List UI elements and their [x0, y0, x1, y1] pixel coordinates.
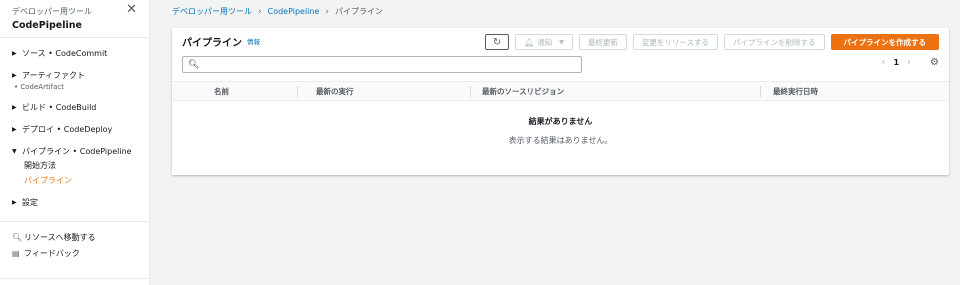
caret-down-icon: ▼ [12, 148, 17, 155]
breadcrumb-item-codepipeline[interactable]: CodePipeline [268, 7, 320, 16]
sidebar-group-label: ソース • CodeCommit [22, 49, 108, 58]
empty-state-message: 表示する結果はありません。 [508, 136, 613, 145]
table-header: 名前 最新の実行 最新のソースリビジョン 最終実行日時 [172, 81, 949, 101]
gear-icon[interactable]: ⚙ [930, 57, 939, 68]
caret-right-icon: ▶ [12, 104, 17, 111]
column-header-latest-execution[interactable]: 最新の実行 [316, 82, 354, 101]
sidebar-group-artifacts[interactable]: ▶ アーティファクト • CodeArtifact [0, 70, 149, 92]
column-divider [760, 86, 761, 97]
sidebar-group-label: ビルド • CodeBuild [22, 103, 97, 112]
info-link[interactable]: 情報 [247, 36, 260, 46]
search-input[interactable] [203, 60, 581, 69]
sidebar-title[interactable]: CodePipeline [12, 20, 137, 31]
breadcrumb-item-developer-tools[interactable]: デベロッパー用ツール [172, 6, 252, 17]
sidebar-group-label: 設定 [22, 198, 38, 207]
empty-state: 結果がありません 表示する結果はありません。 [172, 101, 949, 146]
search-icon: 🔍︎ [188, 59, 200, 70]
sidebar-group-source[interactable]: ▶ ソース • CodeCommit [0, 48, 149, 60]
chevron-right-icon: › [258, 6, 262, 17]
panel-header: パイプライン 情報 ↻ 🔔︎ 通知 ▼ 最終更新 変更をリリースする パイプライ… [172, 28, 949, 54]
column-header-source-revision[interactable]: 最新のソースリビジョン [482, 82, 564, 101]
breadcrumb: デベロッパー用ツール › CodePipeline › パイプライン [172, 6, 383, 17]
pipelines-table: 名前 最新の実行 最新のソースリビジョン 最終実行日時 結果がありません 表示す… [172, 81, 949, 146]
caret-down-icon: ▼ [559, 38, 564, 46]
sidebar-nav: ▶ ソース • CodeCommit ▶ アーティファクト • CodeArtifa… [0, 38, 149, 262]
sidebar-tool-feedback[interactable]: ▤ フィードバック [0, 246, 149, 262]
delete-pipeline-button[interactable]: パイプラインを削除する [724, 34, 825, 50]
breadcrumb-current: パイプライン [335, 7, 384, 16]
sidebar: デベロッパー用ツール CodePipeline ✕ ▶ ソース • CodeCom… [0, 0, 150, 285]
release-change-button[interactable]: 変更をリリースする [632, 34, 718, 50]
sidebar-tool-label: リソースへ移動する [24, 233, 96, 242]
next-page-icon[interactable]: › [902, 57, 916, 68]
feedback-icon: ▤ [12, 249, 20, 258]
sidebar-tool-go-to-resource[interactable]: 🔍︎ リソースへ移動する [0, 230, 149, 246]
sidebar-group-label: パイプライン • CodePipeline [22, 147, 132, 156]
sidebar-tool-label: フィードバック [24, 249, 80, 258]
sidebar-group-deploy[interactable]: ▶ デプロイ • CodeDeploy [0, 124, 149, 136]
sidebar-group-settings[interactable]: ▶ 設定 [0, 197, 149, 209]
refresh-icon: ↻ [492, 36, 502, 48]
sidebar-divider [0, 221, 149, 222]
caret-right-icon: ▶ [12, 72, 17, 79]
empty-state-title: 結果がありません [528, 117, 593, 126]
sidebar-group-sublabel: • CodeArtifact [14, 83, 64, 91]
create-pipeline-button[interactable]: パイプラインを作成する [830, 34, 939, 50]
history-button[interactable]: 最終更新 [578, 34, 627, 50]
sidebar-item-pipelines[interactable]: パイプライン [12, 174, 137, 187]
sidebar-bottom-divider [0, 278, 149, 279]
page-title: パイプライン [182, 37, 242, 49]
sidebar-group-label: アーティファクト [22, 71, 86, 80]
column-divider [470, 86, 471, 97]
bell-icon: 🔔︎ [524, 37, 535, 47]
chevron-right-icon: › [325, 6, 330, 17]
sidebar-group-pipeline[interactable]: ▼ パイプライン • CodePipeline 開始方法 パイプライン [0, 146, 149, 187]
filter-row: 🔍︎ ‹ 1 › ⚙ [172, 55, 949, 75]
caret-right-icon: ▶ [12, 126, 17, 133]
pipelines-panel: パイプライン 情報 ↻ 🔔︎ 通知 ▼ 最終更新 変更をリリースする パイプライ… [172, 28, 949, 175]
notify-button[interactable]: 🔔︎ 通知 ▼ [515, 34, 573, 50]
column-header-last-executed[interactable]: 最終実行日時 [773, 82, 818, 101]
column-header-name[interactable]: 名前 [214, 82, 229, 101]
sidebar-item-getting-started[interactable]: 開始方法 [12, 158, 137, 174]
caret-right-icon: ▶ [12, 199, 17, 206]
refresh-button[interactable]: ↻ [485, 34, 510, 50]
sidebar-service-label: デベロッパー用ツール [12, 7, 92, 16]
notify-label: 通知 [537, 37, 553, 47]
search-box[interactable]: 🔍︎ [182, 56, 582, 73]
sidebar-group-label: デプロイ • CodeDeploy [22, 125, 113, 134]
close-icon[interactable]: ✕ [126, 2, 137, 17]
page-number[interactable]: 1 [890, 58, 902, 67]
sidebar-group-build[interactable]: ▶ ビルド • CodeBuild [0, 102, 149, 114]
sidebar-header: デベロッパー用ツール CodePipeline ✕ [0, 0, 149, 38]
prev-page-icon[interactable]: ‹ [876, 57, 890, 68]
caret-right-icon: ▶ [12, 50, 17, 57]
panel-actions: ↻ 🔔︎ 通知 ▼ 最終更新 変更をリリースする パイプラインを削除する パイプ… [485, 34, 939, 50]
column-divider [297, 86, 298, 97]
search-icon: 🔍︎ [12, 233, 23, 242]
pagination: ‹ 1 › ⚙ [876, 57, 939, 68]
